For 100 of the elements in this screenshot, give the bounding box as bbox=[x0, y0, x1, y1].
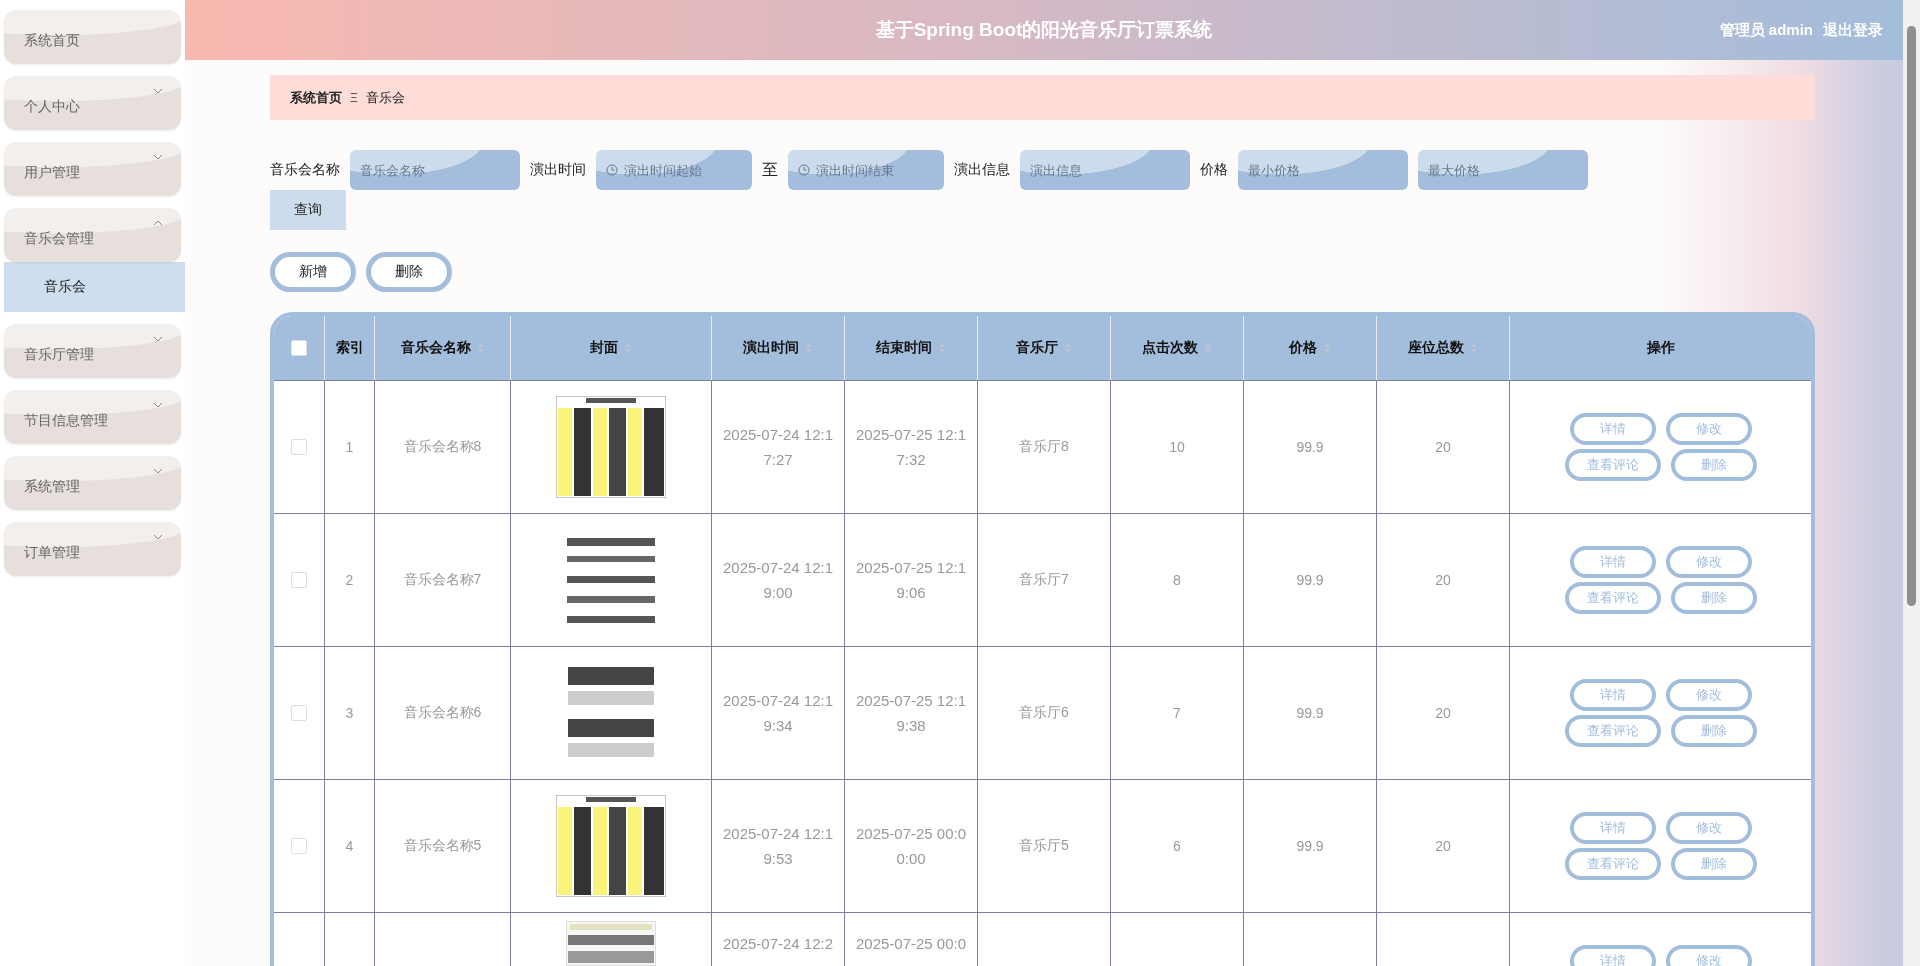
row-action-button[interactable]: 详情 bbox=[1569, 679, 1656, 711]
checkbox[interactable] bbox=[291, 705, 307, 721]
row-action-button[interactable]: 修改 bbox=[1665, 812, 1752, 844]
sidebar-item[interactable]: 订单管理 bbox=[4, 522, 181, 576]
table-cell: 音乐厅7 bbox=[1019, 571, 1069, 589]
clock-icon bbox=[606, 164, 618, 176]
row-action-button[interactable]: 删除 bbox=[1670, 715, 1757, 747]
input-field[interactable]: 最小价格 bbox=[1238, 150, 1408, 190]
sort-icon[interactable] bbox=[1323, 342, 1331, 354]
checkbox[interactable] bbox=[291, 340, 307, 356]
row-action-button[interactable]: 修改 bbox=[1665, 679, 1752, 711]
table-cell: 4 bbox=[345, 838, 354, 854]
row-action-button[interactable]: 查看评论 bbox=[1564, 449, 1661, 481]
table-cell-text: 2025-07-24 12:17:27 bbox=[721, 425, 835, 470]
sort-icon[interactable] bbox=[1470, 342, 1478, 354]
table-cell: 20 bbox=[1435, 439, 1451, 455]
table-cell: 99.9 bbox=[1296, 572, 1324, 588]
table-cell: 20 bbox=[1435, 705, 1451, 721]
sidebar-item[interactable]: 音乐厅管理 bbox=[4, 324, 181, 378]
table-cell-text: 2025-07-25 00:0 bbox=[854, 934, 968, 954]
table-cell-text: 2025-07-24 12:2 bbox=[721, 934, 835, 954]
chevron-down-icon bbox=[153, 468, 163, 474]
column-header: 结束时间 bbox=[876, 339, 932, 357]
table-cell-text: 2025-07-25 12:19:38 bbox=[854, 691, 968, 736]
row-action-button[interactable]: 修改 bbox=[1665, 413, 1752, 445]
table-cell: 99.9 bbox=[1296, 838, 1324, 854]
row-action-button[interactable]: 查看评论 bbox=[1564, 582, 1661, 614]
row-action-button[interactable]: 删除 bbox=[1670, 449, 1757, 481]
column-header: 价格 bbox=[1289, 339, 1317, 357]
range-joiner: 至 bbox=[762, 159, 778, 180]
sidebar-item[interactable]: 系统首页 bbox=[4, 10, 181, 64]
table-cell: 音乐会名称7 bbox=[403, 571, 482, 589]
checkbox[interactable] bbox=[291, 439, 307, 455]
sort-icon[interactable] bbox=[1204, 342, 1212, 354]
table-cell: 音乐会名称5 bbox=[403, 837, 482, 855]
table-cell: 音乐厅5 bbox=[1019, 837, 1069, 855]
input-field[interactable]: 音乐会名称 bbox=[350, 150, 520, 190]
input-field[interactable]: 最大价格 bbox=[1418, 150, 1588, 190]
column-header: 演出时间 bbox=[743, 339, 799, 357]
row-action-button[interactable]: 删除 bbox=[1670, 848, 1757, 880]
query-button[interactable]: 查询 bbox=[270, 190, 346, 230]
scrollbar-thumb[interactable] bbox=[1907, 26, 1916, 606]
sidebar-item[interactable]: 用户管理 bbox=[4, 142, 181, 196]
column-header: 封面 bbox=[590, 339, 618, 357]
row-action-button[interactable]: 查看评论 bbox=[1564, 715, 1661, 747]
table-cell: 1 bbox=[345, 439, 354, 455]
table-cell-text: 2025-07-25 12:19:06 bbox=[854, 558, 968, 603]
breadcrumb-link[interactable]: 音乐会 bbox=[365, 88, 405, 107]
table-cell-text: 2025-07-24 12:19:00 bbox=[721, 558, 835, 603]
breadcrumb-separator: Ξ bbox=[350, 90, 358, 105]
delete-button[interactable]: 删除 bbox=[366, 252, 452, 292]
table-cell: 10 bbox=[1169, 439, 1185, 455]
chevron-up-icon bbox=[153, 220, 163, 226]
sort-icon[interactable] bbox=[938, 342, 946, 354]
sidebar-subitem[interactable]: 音乐会 bbox=[4, 262, 185, 312]
sidebar-item[interactable]: 个人中心 bbox=[4, 76, 181, 130]
sidebar-item[interactable]: 节目信息管理 bbox=[4, 390, 181, 444]
input-field[interactable]: 演出信息 bbox=[1020, 150, 1190, 190]
sidebar-item[interactable]: 系统管理 bbox=[4, 456, 181, 510]
row-action-button[interactable]: 详情 bbox=[1569, 945, 1656, 966]
user-label: 管理员 admin bbox=[1719, 20, 1813, 40]
chevron-down-icon bbox=[153, 402, 163, 408]
table-cell-text: 2025-07-25 00:00:00 bbox=[854, 824, 968, 869]
scrollbar[interactable] bbox=[1903, 0, 1920, 966]
chevron-down-icon bbox=[153, 336, 163, 342]
date-field[interactable]: 演出时间结束 bbox=[788, 150, 944, 190]
table-cell: 音乐会名称8 bbox=[403, 438, 482, 456]
field-label: 演出信息 bbox=[954, 161, 1010, 179]
table-cell-text: 2025-07-24 12:19:53 bbox=[721, 824, 835, 869]
clock-icon bbox=[798, 164, 810, 176]
sort-icon[interactable] bbox=[476, 342, 485, 354]
column-header: 索引 bbox=[335, 339, 364, 357]
checkbox[interactable] bbox=[291, 572, 307, 588]
row-action-button[interactable]: 修改 bbox=[1665, 546, 1752, 578]
row-action-button[interactable]: 详情 bbox=[1569, 546, 1656, 578]
sort-icon[interactable] bbox=[624, 342, 632, 354]
date-field[interactable]: 演出时间起始 bbox=[596, 150, 752, 190]
sort-icon[interactable] bbox=[1064, 342, 1072, 354]
row-action-button[interactable]: 删除 bbox=[1670, 582, 1757, 614]
column-header: 操作 bbox=[1646, 339, 1675, 357]
table-cell: 99.9 bbox=[1296, 439, 1324, 455]
sort-icon[interactable] bbox=[805, 342, 813, 354]
sidebar-item[interactable]: 音乐会管理 bbox=[4, 208, 181, 262]
app-title: 基于Spring Boot的阳光音乐厅订票系统 bbox=[875, 18, 1213, 42]
table-cell: 20 bbox=[1435, 838, 1451, 854]
row-action-button[interactable]: 详情 bbox=[1569, 413, 1656, 445]
column-header: 音乐会名称 bbox=[400, 339, 471, 357]
table-cell: 音乐会名称6 bbox=[403, 704, 482, 722]
row-action-button[interactable]: 查看评论 bbox=[1564, 848, 1661, 880]
logout-link[interactable]: 退出登录 bbox=[1823, 20, 1883, 40]
checkbox[interactable] bbox=[291, 838, 307, 854]
column-header: 音乐厅 bbox=[1016, 339, 1058, 357]
table-cell: 7 bbox=[1173, 705, 1181, 721]
add-button[interactable]: 新增 bbox=[270, 252, 356, 292]
chevron-down-icon bbox=[153, 534, 163, 540]
row-action-button[interactable]: 详情 bbox=[1569, 812, 1656, 844]
field-label: 演出时间 bbox=[530, 161, 586, 179]
field-label: 价格 bbox=[1200, 161, 1228, 179]
breadcrumb-link[interactable]: 系统首页 bbox=[290, 88, 342, 107]
table-cell: 8 bbox=[1173, 572, 1181, 588]
